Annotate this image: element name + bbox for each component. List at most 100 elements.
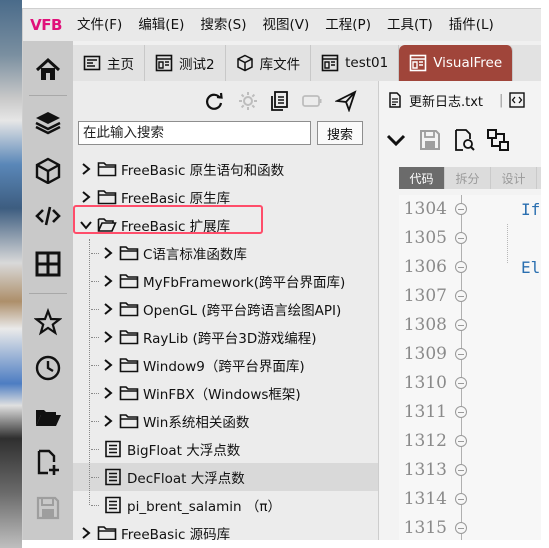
tree-item[interactable]: BigFloat 大浮点数	[73, 435, 378, 463]
chevron-right-icon[interactable]	[101, 246, 115, 260]
fold-marker-icon[interactable]	[455, 522, 467, 534]
fold-marker-icon[interactable]	[455, 377, 467, 389]
chevron-right-icon[interactable]	[101, 358, 115, 372]
tab-code-file[interactable]: |	[491, 92, 533, 108]
line-number: 1315	[403, 518, 447, 538]
chevron-right-icon[interactable]	[101, 414, 115, 428]
grid-icon[interactable]	[23, 241, 73, 287]
code-area[interactable]: 1304 If 1305 1306 El 1307 1308 1309 1310 1311 1312…	[399, 195, 541, 540]
tree-item[interactable]: RayLib (跨平台3D游戏编程)	[73, 323, 378, 351]
tab-code-view[interactable]: 代码	[399, 167, 445, 189]
fold-marker-icon[interactable]	[455, 290, 467, 302]
folder-icon	[119, 386, 139, 401]
chevron-right-icon[interactable]	[101, 330, 115, 344]
chevron-right-icon[interactable]	[101, 386, 115, 400]
chevron-right-icon[interactable]	[101, 302, 115, 316]
menu-project[interactable]: 工程(P)	[317, 9, 379, 41]
clock-icon[interactable]	[23, 345, 73, 391]
open-folder-icon[interactable]	[23, 393, 73, 439]
tab-split-view[interactable]: 拆分	[445, 167, 491, 189]
menu-search[interactable]: 搜索(S)	[192, 9, 254, 41]
tree-item[interactable]: C语言标准函数库	[73, 239, 378, 267]
tree-item[interactable]: FreeBasic 源码库	[73, 519, 378, 540]
structure-button[interactable]	[481, 123, 515, 157]
chevron-right-icon[interactable]	[79, 162, 93, 176]
fold-marker-icon[interactable]	[455, 464, 467, 476]
tree-item-label: FreeBasic 扩展库	[121, 219, 231, 235]
save-icon[interactable]	[23, 485, 73, 531]
tree-guide	[91, 476, 99, 478]
chevron-down-icon[interactable]	[79, 218, 93, 232]
star-icon[interactable]	[23, 299, 73, 345]
fold-marker-icon[interactable]	[455, 406, 467, 418]
fold-marker-icon[interactable]	[455, 493, 467, 505]
tree-item-label: RayLib (跨平台3D游戏编程)	[143, 331, 317, 347]
chevron-right-icon[interactable]	[101, 274, 115, 288]
tab-design-view[interactable]: 设计	[491, 167, 537, 189]
tab-label: 测试2	[179, 57, 215, 73]
tab-test2[interactable]: 测试2	[145, 45, 226, 81]
refresh-icon[interactable]	[203, 90, 225, 112]
tree-item[interactable]: Win系统相关函数	[73, 407, 378, 435]
tree-guide	[91, 420, 99, 422]
tab-library-files[interactable]: 库文件	[226, 45, 312, 81]
search-input[interactable]	[78, 121, 311, 145]
find-in-file-button[interactable]	[447, 123, 481, 157]
new-file-icon[interactable]	[23, 439, 73, 485]
tree-item[interactable]: pi_brent_salamin （π）	[73, 491, 378, 519]
code-icon[interactable]	[23, 193, 73, 239]
tab-label: 库文件	[259, 57, 301, 73]
tree-guide	[91, 252, 99, 254]
tab-visualfree[interactable]: VisualFree	[399, 45, 514, 81]
search-button[interactable]: 搜索	[317, 121, 363, 145]
folder-icon	[119, 274, 139, 289]
document-icon	[105, 440, 121, 458]
menu-file[interactable]: 文件(F)	[69, 9, 130, 41]
desktop-background	[0, 0, 22, 548]
toggle-icon[interactable]	[301, 90, 323, 112]
fold-marker-icon[interactable]	[455, 203, 467, 215]
activity-separator	[29, 95, 67, 96]
menu-view[interactable]: 视图(V)	[255, 9, 318, 41]
cube-icon[interactable]	[23, 147, 73, 193]
fold-marker-icon[interactable]	[455, 319, 467, 331]
menu-edit[interactable]: 编辑(E)	[130, 9, 192, 41]
tree-item[interactable]: MyFbFramework(跨平台界面库)	[73, 267, 378, 295]
indent-guide	[507, 224, 508, 263]
send-icon[interactable]	[335, 90, 357, 112]
tree-item[interactable]: DecFloat 大浮点数	[73, 463, 378, 491]
tree-item[interactable]: Window9（跨平台界面库)	[73, 351, 378, 379]
line-number: 1313	[403, 460, 447, 480]
fold-marker-icon[interactable]	[455, 435, 467, 447]
tree-item-label: C语言标准函数库	[143, 247, 247, 263]
tree-item[interactable]: FreeBasic 扩展库	[73, 211, 378, 239]
settings-icon[interactable]	[237, 90, 259, 112]
collapse-button[interactable]	[379, 123, 413, 157]
home-icon[interactable]	[23, 47, 73, 93]
chevron-right-icon[interactable]	[79, 190, 93, 204]
fold-marker-icon[interactable]	[455, 348, 467, 360]
fold-marker-icon[interactable]	[455, 232, 467, 244]
tree-item[interactable]: FreeBasic 原生库	[73, 183, 378, 211]
tree-item-label: WinFBX（Windows框架)	[143, 387, 301, 403]
menu-plugins[interactable]: 插件(L)	[441, 9, 502, 41]
tree-item[interactable]: OpenGL (跨平台跨语言绘图API)	[73, 295, 378, 323]
chevron-right-icon[interactable]	[79, 526, 93, 540]
tree-item[interactable]: FreeBasic 原生语句和函数	[73, 155, 378, 183]
document-tab-bar: 主页 测试2 库文件 test01 VisualFree	[73, 45, 541, 81]
menu-tools[interactable]: 工具(T)	[379, 9, 441, 41]
tab-test01[interactable]: test01	[311, 45, 400, 81]
tab-home[interactable]: 主页	[73, 45, 145, 81]
form-window-icon	[409, 54, 427, 72]
tree-item[interactable]: WinFBX（Windows框架)	[73, 379, 378, 407]
fold-marker-icon[interactable]	[455, 261, 467, 273]
tree-item-label: Win系统相关函数	[143, 415, 250, 431]
code-keyword: If	[521, 200, 541, 219]
tree-item-label: FreeBasic 原生库	[121, 191, 231, 207]
save-button[interactable]	[413, 123, 447, 157]
layers-icon[interactable]	[23, 99, 73, 145]
line-number: 1309	[403, 344, 447, 364]
tab-changelog[interactable]: 更新日志.txt	[379, 91, 491, 110]
copy-icon[interactable]	[269, 90, 291, 112]
tree-vertical-guide	[89, 239, 90, 505]
